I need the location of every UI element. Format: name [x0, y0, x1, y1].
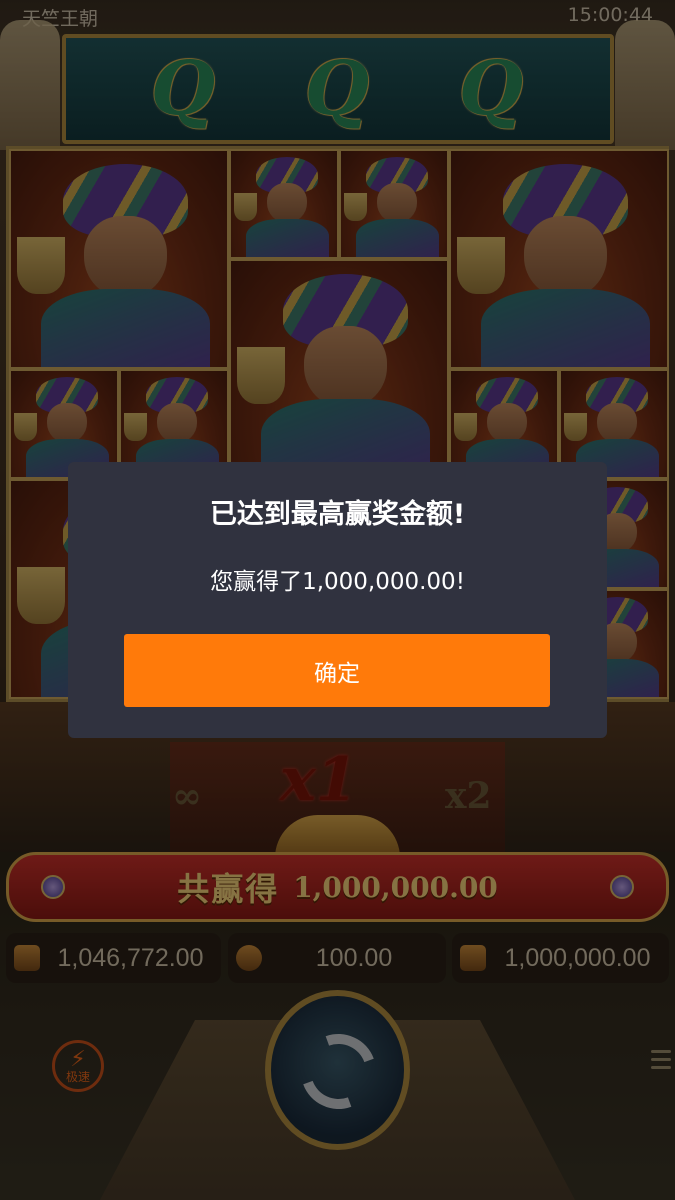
- dialog-message: 您赢得了1,000,000.00!: [210, 569, 465, 595]
- game-screen: 天竺王朝 15:00:44 Q Q Q ∞ x1 x2 共赢得 1,000,00…: [0, 0, 675, 1200]
- max-win-dialog: 已达到最高赢奖金额! 您赢得了1,000,000.00! 确定: [68, 462, 607, 738]
- dialog-title: 已达到最高赢奖金额!: [209, 499, 466, 530]
- confirm-button[interactable]: 确定: [124, 634, 550, 707]
